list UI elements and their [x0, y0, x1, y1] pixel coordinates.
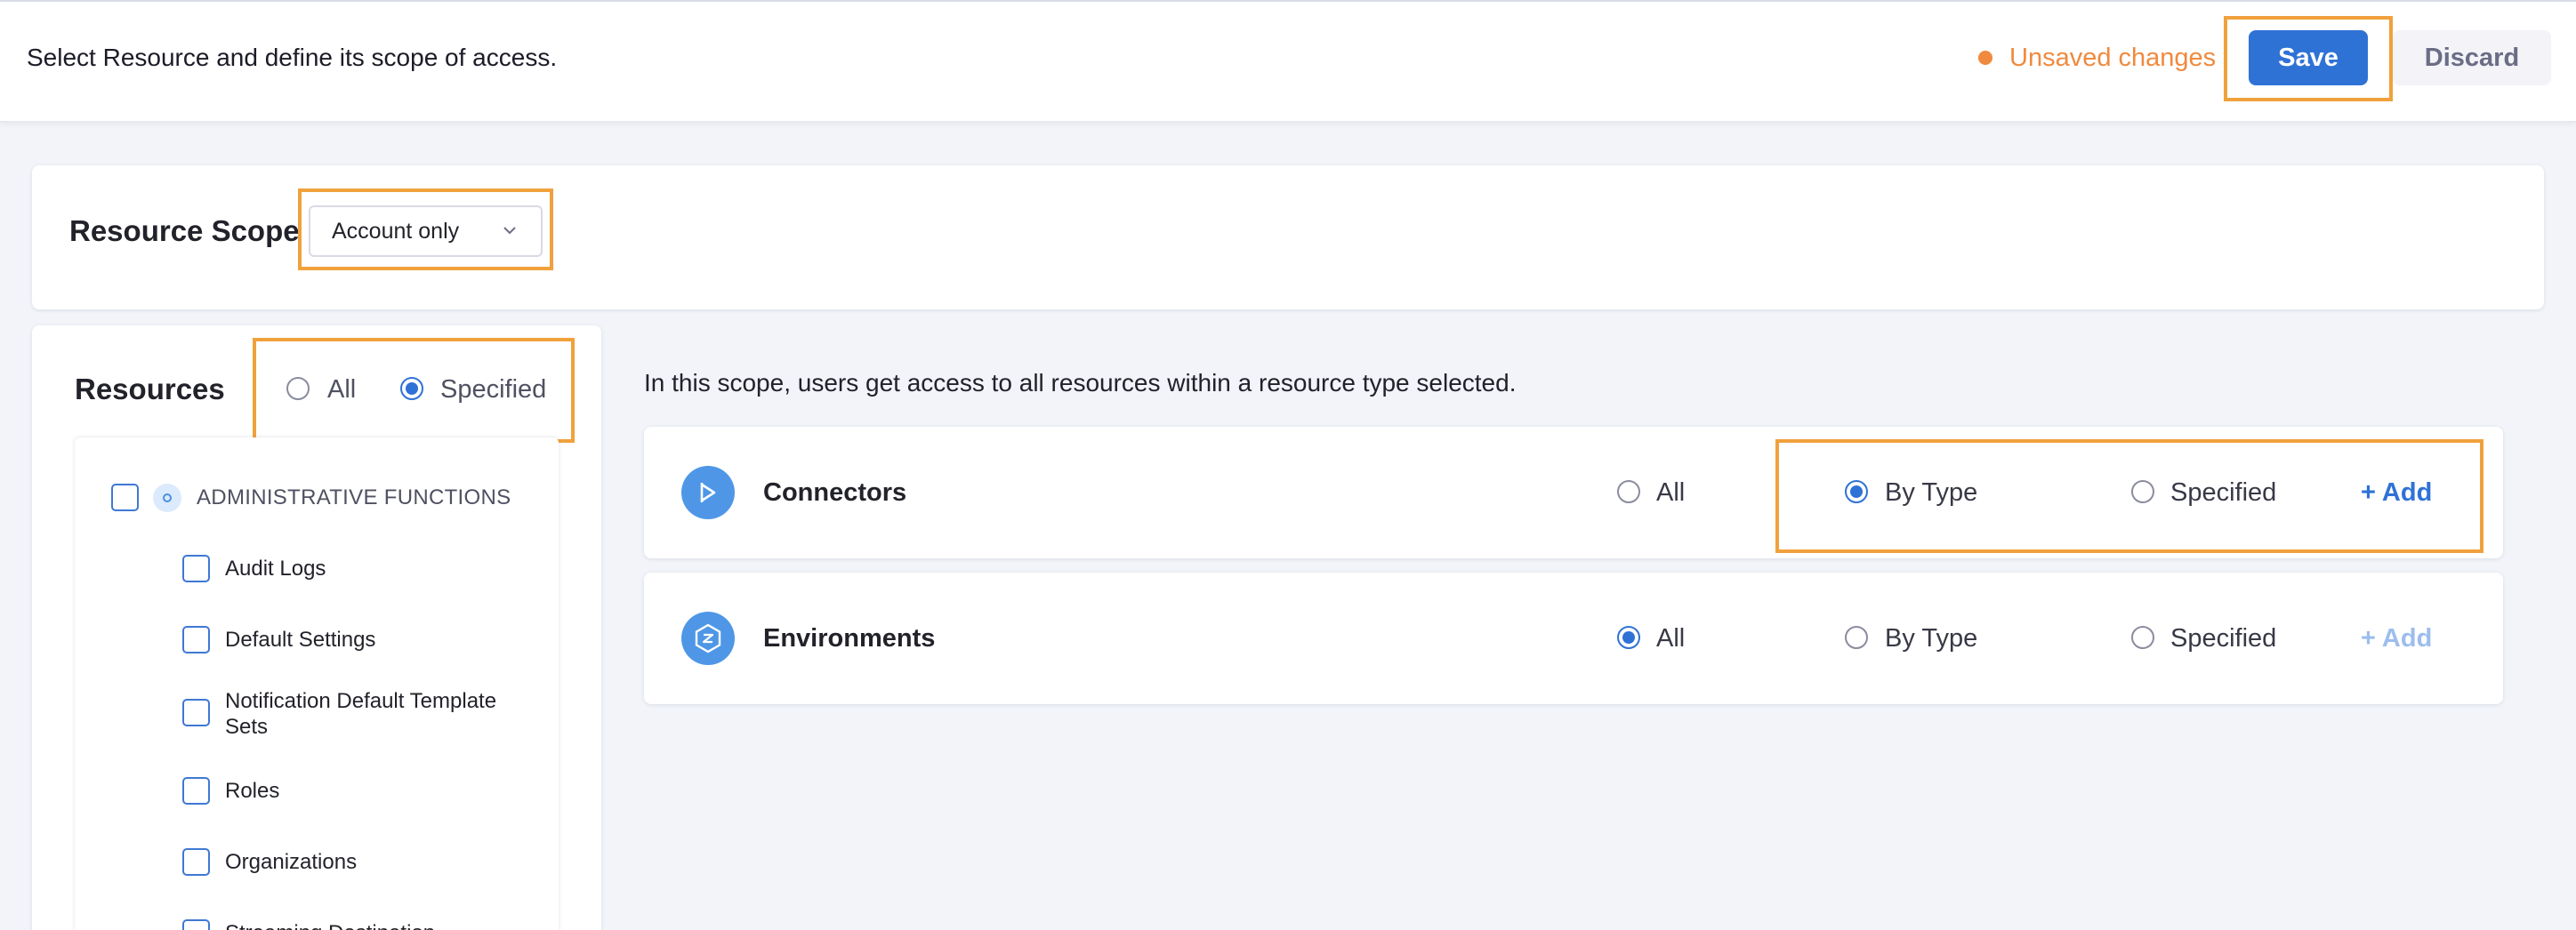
connectors-all-radio[interactable]: [1617, 480, 1640, 503]
save-button[interactable]: Save: [2249, 30, 2368, 85]
checkbox-notification-templates[interactable]: [182, 699, 210, 726]
environments-all-radio[interactable]: [1617, 626, 1640, 649]
resource-scope-title: Resource Scope: [69, 214, 300, 247]
group-label-administrative-functions: ADMINISTRATIVE FUNCTIONS: [197, 485, 511, 509]
resources-specified-radio[interactable]: [400, 377, 423, 400]
group-checkbox[interactable]: [111, 484, 139, 511]
item-label-roles: Roles: [225, 779, 280, 803]
connectors-all-label: All: [1656, 478, 1686, 507]
connectors-add-button[interactable]: + Add: [2361, 477, 2432, 508]
connectors-bytype-radio[interactable]: [1845, 480, 1868, 503]
checkbox-default-settings[interactable]: [182, 626, 210, 653]
resource-scope-selected: Account only: [332, 218, 460, 244]
connectors-bytype-label: By Type: [1885, 478, 1978, 507]
item-label-organizations: Organizations: [225, 850, 358, 874]
checkbox-audit-logs[interactable]: [182, 555, 210, 582]
resources-specified-label: Specified: [440, 375, 547, 404]
chevron-down-icon: [503, 227, 516, 235]
unsaved-changes-label: Unsaved changes: [2009, 44, 2217, 72]
resources-all-label: All: [327, 375, 357, 404]
environments-bytype-label: By Type: [1885, 624, 1978, 653]
scope-info-text: In this scope, users get access to all r…: [644, 369, 1517, 397]
environments-bytype-radio[interactable]: [1845, 626, 1868, 649]
connectors-icon: [681, 466, 735, 519]
connectors-title: Connectors: [763, 478, 907, 507]
admin-functions-icon: [153, 484, 181, 512]
unsaved-indicator-dot: [1978, 51, 1992, 65]
checkbox-roles[interactable]: [182, 777, 210, 805]
environment-hexagon-icon: [695, 623, 721, 653]
checkbox-streaming-destination[interactable]: [182, 919, 210, 930]
resource-scope-dropdown[interactable]: Account only: [309, 205, 543, 257]
environments-specified-radio[interactable]: [2131, 626, 2154, 649]
environments-title: Environments: [763, 624, 936, 653]
item-label-default-settings: Default Settings: [225, 628, 376, 652]
item-label-streaming-destination: Streaming Destination: [225, 920, 435, 930]
resources-title: Resources: [75, 373, 225, 405]
resource-tree: ADMINISTRATIVE FUNCTIONS Audit Logs Defa…: [75, 437, 559, 930]
item-label-audit-logs: Audit Logs: [225, 557, 326, 581]
page-description: Select Resource and define its scope of …: [27, 44, 558, 71]
environments-all-label: All: [1656, 624, 1686, 653]
checkbox-organizations[interactable]: [182, 848, 210, 876]
connector-plug-icon: [700, 483, 716, 502]
item-label-notification-templates: Notification Default Template Sets: [225, 689, 497, 739]
top-bar: Select Resource and define its scope of …: [0, 0, 2576, 123]
environments-add-button[interactable]: + Add: [2361, 623, 2432, 653]
environments-icon: [681, 612, 735, 665]
discard-button[interactable]: Discard: [2393, 30, 2551, 85]
environments-specified-label: Specified: [2170, 624, 2277, 653]
connectors-specified-radio[interactable]: [2131, 480, 2154, 503]
connectors-specified-label: Specified: [2170, 478, 2277, 507]
resources-all-radio[interactable]: [286, 377, 310, 400]
